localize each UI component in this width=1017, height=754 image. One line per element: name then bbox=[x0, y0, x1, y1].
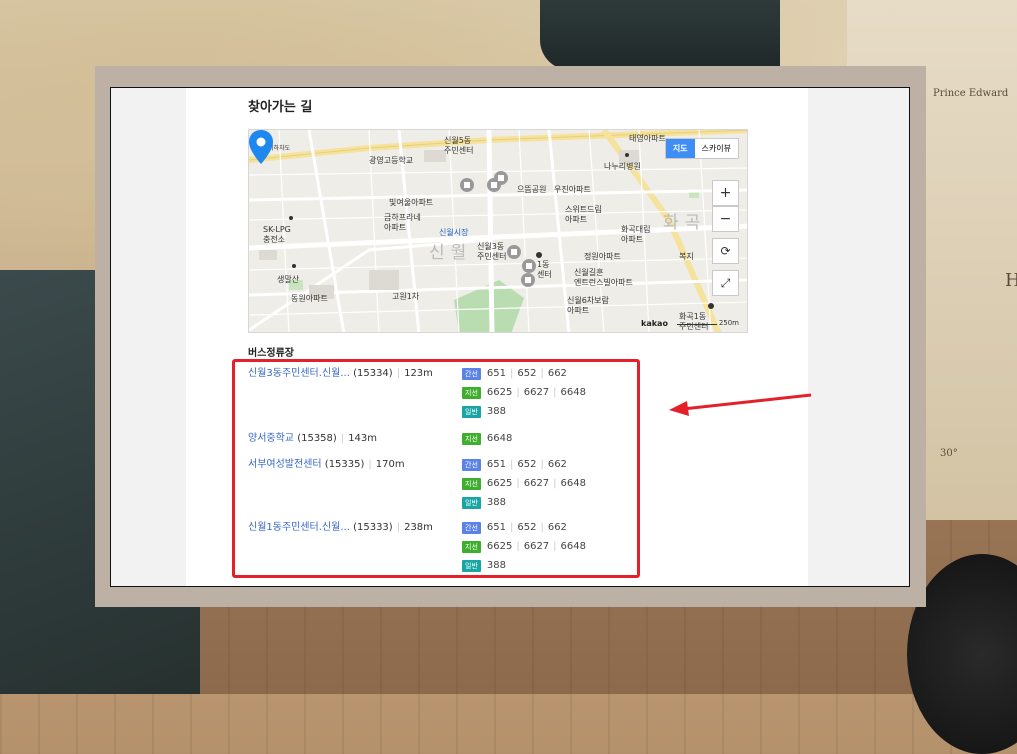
map-label: SK-LPG 충전소 bbox=[263, 225, 291, 244]
zoom-in-button[interactable]: + bbox=[712, 180, 739, 206]
map-label: 스위트드림 아파트 bbox=[565, 205, 602, 224]
map-label: 화곡대림 아파트 bbox=[621, 225, 651, 244]
highlight-box bbox=[232, 359, 640, 578]
map-view-button[interactable]: 지도 bbox=[665, 139, 695, 158]
map-label: 복지 bbox=[679, 252, 694, 261]
map-type-toggle: 지도 스카이뷰 bbox=[664, 138, 739, 159]
map-label: 으뜸공원 bbox=[517, 185, 547, 194]
map-label: 태영아파트 bbox=[629, 134, 666, 143]
map-label: 금하프라네 아파트 bbox=[384, 213, 421, 232]
expand-icon[interactable]: ⤢ bbox=[712, 270, 739, 296]
scale-label: 250m bbox=[718, 319, 739, 327]
map-label: 생말산 bbox=[277, 275, 300, 284]
map-label: 빛여울아파트 bbox=[389, 198, 434, 207]
skyview-button[interactable]: 스카이뷰 bbox=[695, 139, 738, 158]
background-wallet-top bbox=[540, 0, 780, 70]
map-label: 우진아파트 bbox=[554, 185, 591, 194]
map-watermark: 화곡 bbox=[663, 213, 707, 233]
map-label: 정원아파트 bbox=[584, 252, 621, 261]
bus-stop-section-title: 버스정류장 bbox=[248, 348, 294, 359]
map-label: 광영고등학교 bbox=[369, 156, 414, 165]
map-label: 신월3동 주민센터 bbox=[477, 242, 507, 261]
page-title: 찾아가는 길 bbox=[248, 100, 313, 115]
refresh-icon[interactable]: ⟳ bbox=[712, 238, 739, 264]
map-label: 신월시장 bbox=[439, 228, 469, 237]
arrow-annotation-icon bbox=[669, 393, 812, 416]
map-label: 신월6차보람 아파트 bbox=[567, 296, 609, 315]
map-label: 1동 센터 bbox=[537, 260, 552, 279]
background-label: Prince Edward bbox=[933, 88, 1009, 99]
map-label: 고원1차 bbox=[392, 292, 420, 301]
map-watermark: 신월 bbox=[429, 243, 473, 263]
location-pin-icon bbox=[249, 130, 273, 164]
background-label: H bbox=[1005, 270, 1017, 291]
map-label: 동원아파트 bbox=[291, 294, 328, 303]
kakao-logo: kakao bbox=[641, 319, 668, 328]
map-label: 신월5동 주민센터 bbox=[444, 136, 474, 155]
zoom-out-button[interactable]: − bbox=[712, 206, 739, 232]
background-label: 30° bbox=[940, 448, 958, 459]
kakao-map[interactable]: 신월5동 주민센터 광영고등학교 태영아파트 나누리병원 으뜸공원 우진아파트 … bbox=[248, 129, 748, 333]
map-scale: 250m bbox=[676, 319, 739, 327]
map-label: 신월길훈 엔트런스빌아파트 bbox=[574, 268, 633, 287]
map-label: 나누리병원 bbox=[604, 162, 641, 171]
